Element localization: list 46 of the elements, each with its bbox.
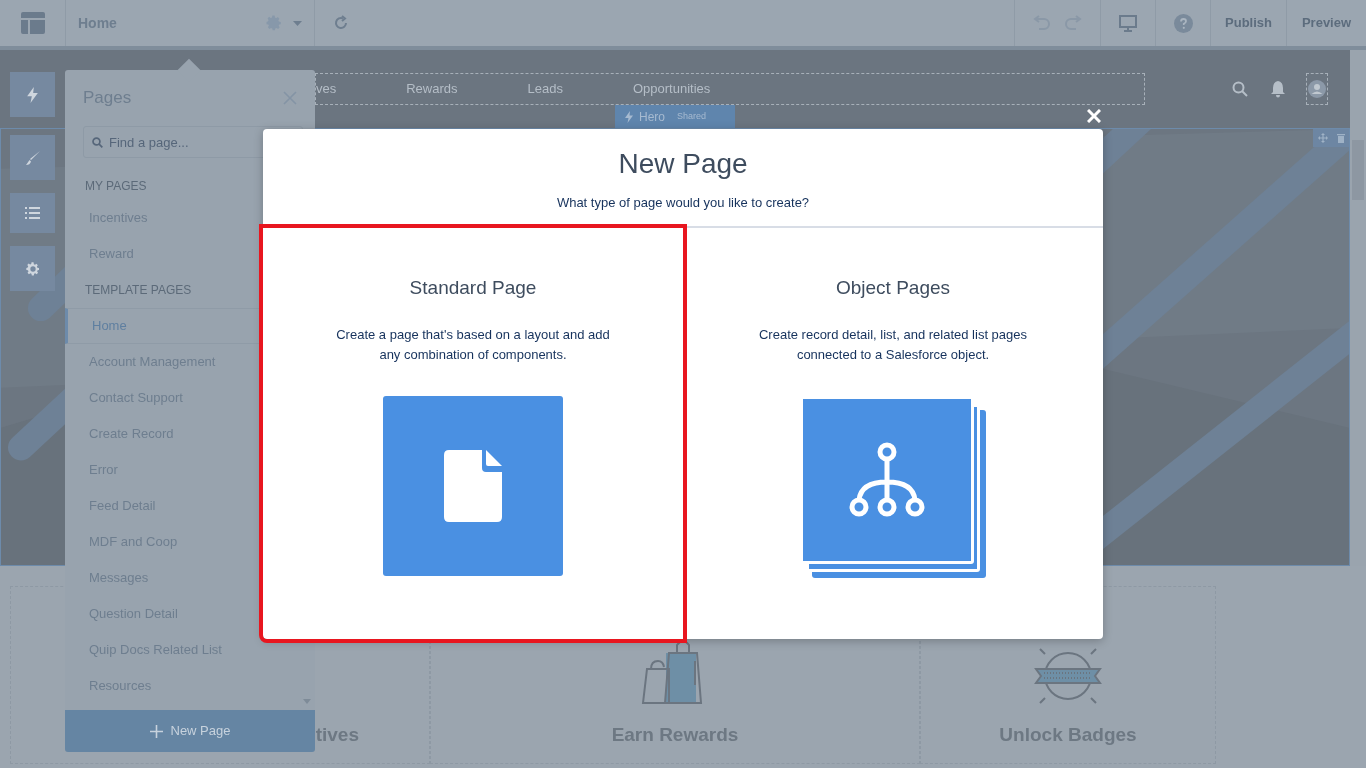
monitor-icon [1119, 14, 1137, 32]
notifications-button[interactable] [1270, 80, 1286, 98]
dialog-title: New Page [618, 147, 748, 181]
option-title: Standard Page [409, 276, 537, 300]
nav-link[interactable]: Opportunities [632, 79, 711, 99]
search-button[interactable] [1232, 81, 1248, 97]
section-heading: MY PAGES [85, 178, 147, 195]
bell-icon [1270, 80, 1286, 98]
close-icon [1086, 108, 1101, 123]
document-icon [444, 449, 502, 522]
hierarchy-icon [847, 441, 927, 518]
new-page-button[interactable]: New Page [65, 710, 315, 752]
avatar-icon[interactable] [1308, 80, 1326, 98]
close-modal-button[interactable] [1085, 107, 1102, 124]
hero-label: Hero [639, 108, 665, 126]
lightning-icon [27, 86, 38, 103]
refresh-icon [333, 15, 349, 31]
toolbar-button[interactable]: Preview [1286, 0, 1366, 46]
gear-icon [24, 260, 41, 277]
lightning-icon [625, 110, 633, 123]
plus-icon [149, 724, 163, 738]
list-icon [25, 207, 40, 219]
help-icon [1173, 13, 1193, 33]
section-heading: TEMPLATE PAGES [85, 282, 192, 299]
move-icon[interactable] [1317, 133, 1328, 143]
search-icon [1232, 81, 1248, 97]
settings-button[interactable] [10, 246, 55, 291]
list-button[interactable] [10, 193, 55, 233]
option-description: Create record detail, list, and related list pages connected to a Salesforce object. [757, 325, 1029, 364]
brush-button[interactable] [10, 135, 55, 180]
trash-icon[interactable] [1336, 133, 1345, 143]
nav-link[interactable]: Rewards [406, 79, 458, 99]
option-title: Object Pages [835, 276, 951, 300]
nav-link[interactable]: ves [316, 79, 337, 99]
option-description: Create a page that's based on a layout and add any combination of components. [335, 325, 611, 364]
lightning-button[interactable] [10, 72, 55, 117]
caret-icon [293, 20, 302, 26]
scroll-down-icon[interactable] [303, 699, 311, 704]
shared-label: Shared [677, 109, 707, 123]
dialog-subtitle: What type of page would you like to create? [556, 194, 810, 212]
search-icon [92, 137, 103, 148]
brush-icon [24, 149, 41, 166]
page-type-option[interactable]: Object Pages Create record detail, list, and related list pages connected to a Salesforce object. [683, 228, 1103, 639]
nav-link[interactable]: Leads [527, 79, 563, 99]
layout-icon [20, 12, 45, 34]
toolbar-button[interactable]: Publish [1210, 0, 1286, 46]
